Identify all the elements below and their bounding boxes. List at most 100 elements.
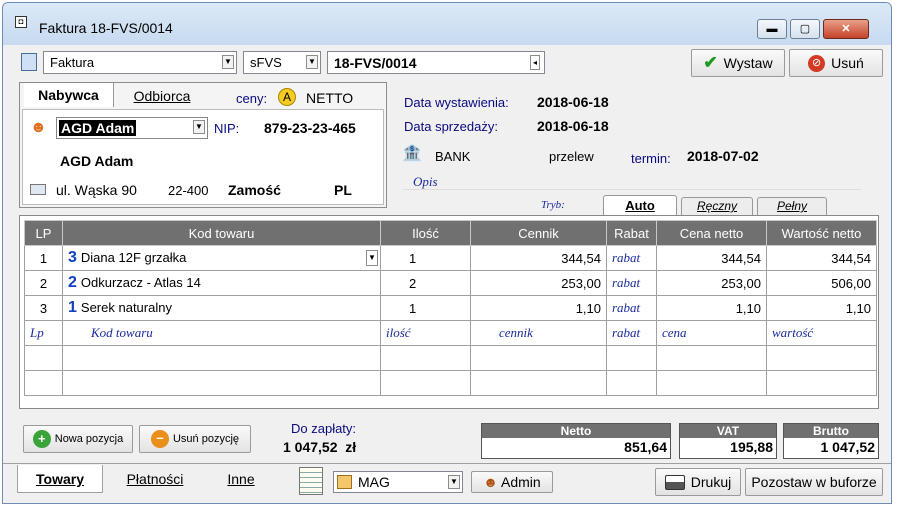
stock-badge: 3 bbox=[68, 249, 77, 266]
row-discount[interactable]: rabat bbox=[606, 245, 657, 271]
chevron-down-icon[interactable]: ▼ bbox=[366, 250, 378, 266]
issue-date-label: Data wystawienia: bbox=[404, 95, 509, 110]
row-price[interactable]: 253,00 bbox=[470, 270, 607, 296]
row-product[interactable]: 1 Serek naturalny bbox=[62, 295, 381, 321]
delete-label: Usuń bbox=[831, 55, 864, 71]
row-product[interactable]: 3 Diana 12F grzałka ▼ bbox=[62, 245, 381, 271]
tab-goods[interactable]: Towary bbox=[17, 465, 103, 493]
due-date-value[interactable]: 2018-07-02 bbox=[687, 148, 759, 164]
col-net-price: Cena netto bbox=[656, 220, 767, 246]
buyer-country: PL bbox=[334, 182, 352, 198]
net-total-box: Netto 851,64 bbox=[481, 423, 671, 459]
row-discount[interactable]: rabat bbox=[606, 270, 657, 296]
row-price[interactable]: 344,54 bbox=[470, 245, 607, 271]
items-table: LP Kod towaru Ilość Cennik Rabat Cena ne… bbox=[24, 220, 877, 396]
table-row[interactable]: 3 1 Serek naturalny 1 1,10 rabat 1,10 1,1… bbox=[24, 295, 877, 321]
net-total-value: 851,64 bbox=[624, 439, 667, 455]
row-net-value: 344,54 bbox=[766, 245, 877, 271]
sale-date-label: Data sprzedaży: bbox=[404, 119, 498, 134]
price-level-badge[interactable]: A bbox=[278, 88, 296, 106]
tab-payments[interactable]: Płatności bbox=[109, 465, 201, 493]
col-quantity: Ilość bbox=[380, 220, 471, 246]
tab-other[interactable]: Inne bbox=[209, 465, 273, 493]
invoice-number-field[interactable]: 18-FVS/0014 ◂ bbox=[327, 51, 545, 74]
tab-receiver[interactable]: Odbiorca bbox=[116, 87, 208, 107]
empty-row bbox=[24, 370, 877, 396]
row-qty[interactable]: 1 bbox=[380, 295, 471, 321]
row-net-value: 1,10 bbox=[766, 295, 877, 321]
tab-mode-full[interactable]: Pełny bbox=[757, 197, 827, 215]
person-icon: ☻ bbox=[30, 119, 47, 136]
doc-type-select[interactable]: Faktura ▼ bbox=[43, 51, 237, 74]
row-lp: 1 bbox=[24, 245, 63, 271]
row-lp: 3 bbox=[24, 295, 63, 321]
tab-buyer[interactable]: Nabywca bbox=[24, 83, 114, 107]
series-select[interactable]: sFVS ▼ bbox=[243, 51, 321, 74]
row-net-price[interactable]: 253,00 bbox=[656, 270, 767, 296]
invoice-window: ◘ Faktura 18-FVS/0014 ▬ ▢ ✕ Faktura ▼ sF… bbox=[2, 2, 892, 504]
delete-button[interactable]: ⊘ Usuń bbox=[789, 49, 883, 77]
tab-mode-manual[interactable]: Ręczny bbox=[681, 197, 753, 215]
row-net-price[interactable]: 1,10 bbox=[656, 295, 767, 321]
print-label: Drukuj bbox=[690, 474, 732, 490]
description-label[interactable]: Opis bbox=[413, 174, 438, 190]
payment-method[interactable]: BANK bbox=[435, 149, 470, 164]
series-value: sFVS bbox=[250, 55, 282, 70]
user-button[interactable]: ☻ Admin bbox=[471, 471, 553, 493]
tab-mode-auto[interactable]: Auto bbox=[603, 195, 677, 216]
row-product[interactable]: 2 Odkurzacz - Atlas 14 bbox=[62, 270, 381, 296]
input-net-price[interactable]: cena bbox=[656, 320, 767, 346]
remove-item-button[interactable]: – Usuń pozycję bbox=[139, 425, 251, 453]
gross-total-value: 1 047,52 bbox=[820, 439, 876, 455]
col-net-value: Wartość netto bbox=[766, 220, 877, 246]
col-lp: LP bbox=[24, 220, 63, 246]
input-net-value[interactable]: wartość bbox=[766, 320, 877, 346]
nip-label: NIP: bbox=[214, 121, 240, 136]
minimize-button[interactable]: ▬ bbox=[757, 19, 787, 39]
printer-icon bbox=[664, 474, 685, 490]
sale-date-value[interactable]: 2018-06-18 bbox=[537, 118, 609, 134]
input-price-list[interactable]: cennik bbox=[470, 320, 607, 346]
row-net-value: 506,00 bbox=[766, 270, 877, 296]
row-price[interactable]: 1,10 bbox=[470, 295, 607, 321]
tab-goods-label: Towary bbox=[36, 471, 84, 487]
payment-type[interactable]: przelew bbox=[549, 149, 594, 164]
row-qty[interactable]: 1 bbox=[380, 245, 471, 271]
col-price-list: Cennik bbox=[470, 220, 607, 246]
chevron-down-icon: ▼ bbox=[448, 475, 460, 489]
notes-icon[interactable] bbox=[299, 467, 323, 495]
stock-badge: 1 bbox=[68, 299, 77, 316]
row-net-price[interactable]: 344,54 bbox=[656, 245, 767, 271]
row-discount[interactable]: rabat bbox=[606, 295, 657, 321]
buyer-select[interactable]: AGD Adam ▼ bbox=[56, 117, 208, 139]
chevron-down-icon: ▼ bbox=[306, 55, 318, 69]
tab-mode-manual-label: Ręczny bbox=[696, 199, 737, 213]
user-label: Admin bbox=[501, 474, 541, 490]
add-item-button[interactable]: + Nowa pozycja bbox=[23, 425, 133, 453]
input-product-code[interactable]: Kod towaru bbox=[62, 320, 381, 346]
tab-payments-label: Płatności bbox=[126, 471, 184, 487]
table-row[interactable]: 1 3 Diana 12F grzałka ▼ 1 344,54 rabat 344… bbox=[24, 245, 877, 271]
keep-in-buffer-button[interactable]: Pozostaw w buforze bbox=[745, 468, 883, 496]
issue-date-value[interactable]: 2018-06-18 bbox=[537, 94, 609, 110]
product-name: Serek naturalny bbox=[80, 300, 172, 315]
input-quantity[interactable]: ilość bbox=[380, 320, 471, 346]
table-row[interactable]: 2 2 Odkurzacz - Atlas 14 2 253,00 rabat 2… bbox=[24, 270, 877, 296]
input-discount[interactable]: rabat bbox=[606, 320, 657, 346]
row-qty[interactable]: 2 bbox=[380, 270, 471, 296]
input-row[interactable]: Lp Kod towaru ilość cennik rabat cena wa… bbox=[24, 320, 877, 346]
invoice-number-value: 18-FVS/0014 bbox=[334, 55, 417, 71]
stock-badge: 2 bbox=[68, 274, 77, 291]
net-total-label: Netto bbox=[482, 424, 670, 438]
maximize-button[interactable]: ▢ bbox=[790, 19, 820, 39]
chevron-left-icon[interactable]: ◂ bbox=[530, 55, 540, 70]
issue-button[interactable]: ✔ Wystaw bbox=[691, 49, 785, 77]
close-button[interactable]: ✕ bbox=[823, 19, 869, 39]
print-button[interactable]: Drukuj bbox=[655, 468, 741, 496]
buyer-city: Zamość bbox=[228, 182, 281, 198]
input-lp[interactable]: Lp bbox=[24, 320, 63, 346]
address-card-icon bbox=[30, 184, 46, 195]
warehouse-select[interactable]: MAG ▼ bbox=[333, 471, 463, 493]
vat-total-label: VAT bbox=[680, 424, 776, 438]
to-pay-value: 1 047,52 zł bbox=[283, 439, 357, 455]
